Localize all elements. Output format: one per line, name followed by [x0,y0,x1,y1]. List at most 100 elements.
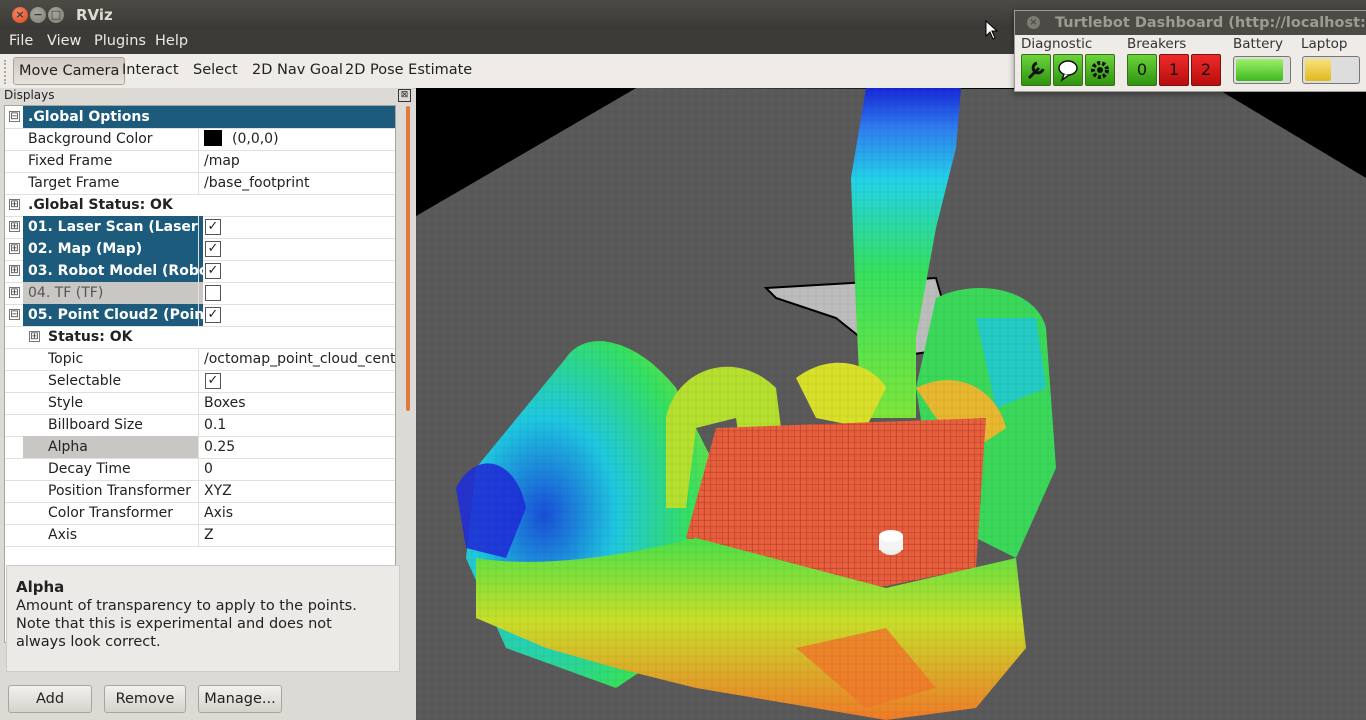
tree-row-label: 03. Robot Model (Robot Model) [23,260,203,282]
tree-row-fixed-frame[interactable]: Fixed Frame /map [5,150,395,173]
render-viewport[interactable] [416,88,1366,720]
tree-row-label: .Global Options [23,106,395,128]
style-value[interactable]: Boxes [198,392,395,414]
tree-row-label: .Global Status: OK [28,197,173,213]
menu-file[interactable]: File [9,33,33,49]
tool-interact[interactable]: Interact [122,62,179,78]
displays-tree[interactable]: ⊟ .Global Options Background Color (0,0,… [4,105,396,643]
selectable-checkbox[interactable]: ✓ [205,373,221,389]
displays-panel: Displays ⊠ ⊟ .Global Options Background … [0,88,413,720]
enable-checkbox[interactable]: ✓ [205,219,221,235]
enable-checkbox[interactable]: ✓ [205,307,221,323]
tree-row-style[interactable]: Style Boxes [5,392,395,415]
add-button[interactable]: Add [8,685,92,713]
tree-row-tf[interactable]: ⊞ 04. TF (TF) [5,282,395,305]
collapse-icon[interactable]: ⊟ [9,111,20,122]
manage-button[interactable]: Manage... [198,685,282,713]
expand-icon[interactable]: ⊞ [29,331,40,342]
window-close-button[interactable]: × [12,7,28,23]
fixed-frame-value[interactable]: /map [198,150,395,172]
tree-row-background-color[interactable]: Background Color (0,0,0) [5,128,395,151]
tree-row-selectable[interactable]: Selectable ✓ [5,370,395,393]
tree-row-robot-model[interactable]: ⊞ 03. Robot Model (Robot Model) ✓ [5,260,395,283]
group-breakers: Breakers [1127,36,1187,52]
tree-row-label: 05. Point Cloud2 (Point Cloud2) [23,304,203,326]
tool-2d-nav-goal[interactable]: 2D Nav Goal [252,62,343,78]
laptop-battery-indicator [1302,56,1360,84]
expand-icon[interactable]: ⊞ [9,221,20,232]
target-frame-value[interactable]: /base_footprint [198,172,395,194]
menu-view[interactable]: View [47,33,81,49]
octomap-render[interactable] [416,88,1366,720]
tree-row-point-cloud2[interactable]: ⊟ 05. Point Cloud2 (Point Cloud2) ✓ [5,304,395,327]
breaker-1-button[interactable]: 1 [1159,54,1189,86]
tree-row-decay-time[interactable]: Decay Time 0 [5,458,395,481]
turtlebot-dashboard: × Turtlebot Dashboard (http://localhost:… [1014,10,1366,92]
tree-row-axis[interactable]: Axis Z [5,524,395,547]
tree-row-alpha[interactable]: Alpha 0.25 [5,436,395,459]
position-transformer-value[interactable]: XYZ [198,480,395,502]
group-diagnostic: Diagnostic [1021,36,1093,52]
battery-level-fill [1236,59,1283,81]
axis-value[interactable]: Z [198,524,395,546]
toolbar-grip[interactable] [4,60,9,84]
decay-time-value[interactable]: 0 [198,458,395,480]
chat-icon[interactable] [1053,54,1083,86]
background-color-text: (0,0,0) [232,131,279,147]
group-battery: Battery [1233,36,1283,52]
enable-checkbox[interactable]: ✓ [205,241,221,257]
tree-row-topic[interactable]: Topic /octomap_point_cloud_centers [5,348,395,371]
laptop-battery-level-fill [1305,59,1331,81]
tree-row-label: Alpha [23,436,198,458]
tree-row-label: Billboard Size [48,417,143,433]
tree-row-label: Position Transformer [48,483,191,499]
color-transformer-value[interactable]: Axis [198,502,395,524]
tool-move-camera[interactable]: Move Camera [13,57,126,85]
tool-select[interactable]: Select [193,62,238,78]
tree-row-position-transformer[interactable]: Position Transformer XYZ [5,480,395,503]
displays-panel-title: Displays [4,88,55,102]
gear-icon[interactable] [1085,54,1115,86]
displays-panel-header: Displays ⊠ [4,88,411,102]
panel-close-icon[interactable]: ⊠ [398,89,411,102]
displays-scrollbar[interactable] [406,106,410,411]
robot-model-top [879,530,903,542]
tree-row-label: 01. Laser Scan (Laser Scan) [23,216,203,238]
tree-row-laser-scan[interactable]: ⊞ 01. Laser Scan (Laser Scan) ✓ [5,216,395,239]
tree-row-pc-status[interactable]: ⊞ Status: OK [5,326,395,349]
voxel-overlay [416,88,1366,720]
alpha-value[interactable]: 0.25 [198,436,395,458]
window-maximize-button[interactable]: □ [48,7,64,23]
mouse-cursor-icon [985,20,999,40]
breaker-2-button[interactable]: 2 [1191,54,1221,86]
tree-row-label: Status: OK [48,329,133,345]
tree-row-map[interactable]: ⊞ 02. Map (Map) ✓ [5,238,395,261]
tool-2d-pose-estimate[interactable]: 2D Pose Estimate [345,62,472,78]
enable-checkbox[interactable] [205,285,221,301]
dashboard-close-icon[interactable]: × [1027,16,1040,29]
wrench-icon[interactable] [1021,54,1051,86]
tree-row-color-transformer[interactable]: Color Transformer Axis [5,502,395,525]
expand-icon[interactable]: ⊞ [9,265,20,276]
window-minimize-button[interactable]: − [30,7,46,23]
tree-row-target-frame[interactable]: Target Frame /base_footprint [5,172,395,195]
topic-value[interactable]: /octomap_point_cloud_centers [198,348,395,370]
menu-plugins[interactable]: Plugins [94,33,146,49]
tree-row-label: Style [48,395,84,411]
tree-row-global-options[interactable]: ⊟ .Global Options [5,106,395,129]
expand-icon[interactable]: ⊞ [9,287,20,298]
tree-row-global-status[interactable]: ⊞ .Global Status: OK [5,194,395,217]
breaker-0-button[interactable]: 0 [1127,54,1157,86]
remove-button[interactable]: Remove [104,685,186,713]
color-swatch[interactable] [204,130,222,146]
menu-help[interactable]: Help [155,33,188,49]
collapse-icon[interactable]: ⊟ [9,309,20,320]
tree-row-label: Fixed Frame [28,153,113,169]
enable-checkbox[interactable]: ✓ [205,263,221,279]
expand-icon[interactable]: ⊞ [9,243,20,254]
billboard-size-value[interactable]: 0.1 [198,414,395,436]
tree-row-billboard-size[interactable]: Billboard Size 0.1 [5,414,395,437]
background-color-value[interactable]: (0,0,0) [198,128,395,150]
window-title: RViz [76,6,113,24]
expand-icon[interactable]: ⊞ [9,199,20,210]
